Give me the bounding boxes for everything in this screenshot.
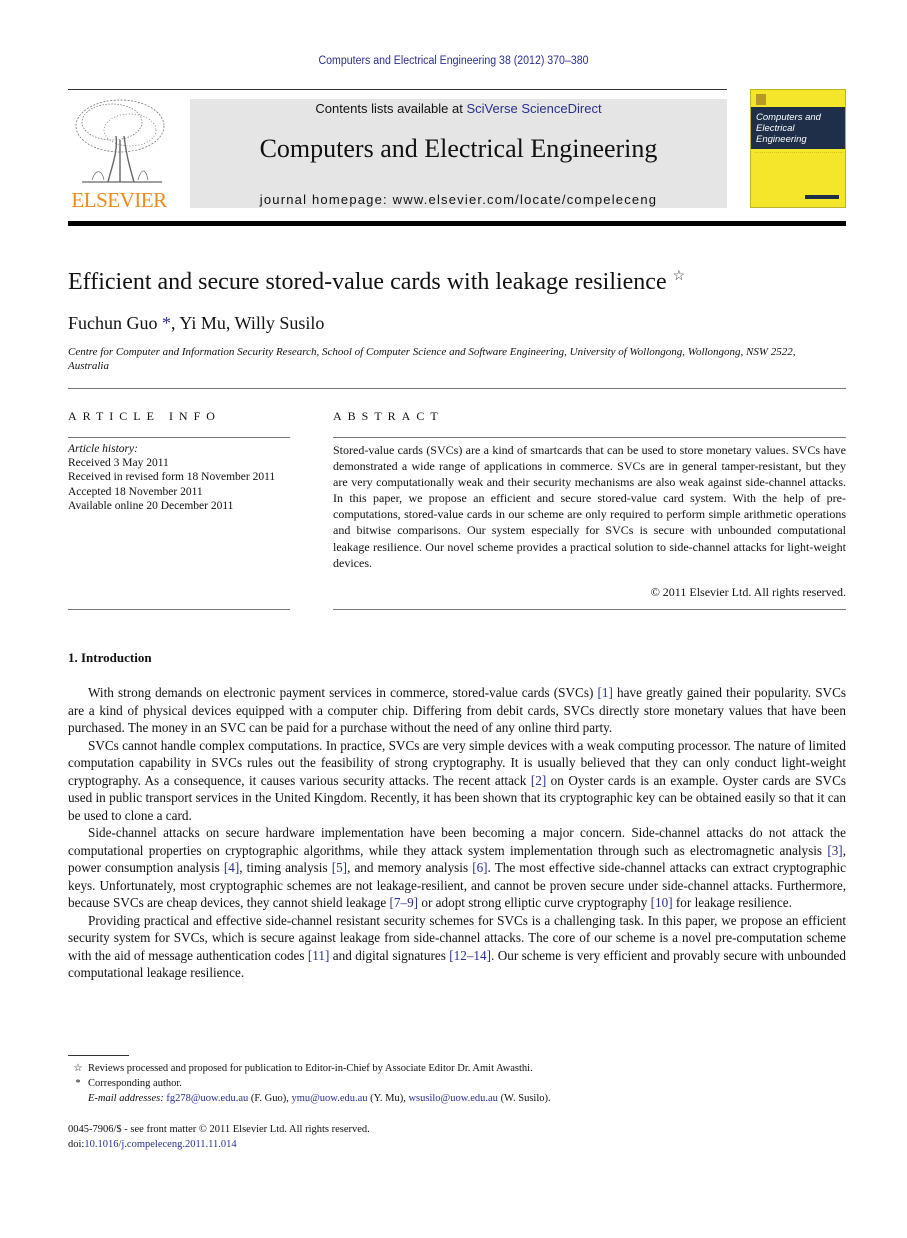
citation-link[interactable]: [11] (308, 948, 329, 963)
elsevier-wordmark: ELSEVIER (71, 188, 167, 212)
journal-cover-image[interactable]: Computers and Electrical Engineering (750, 89, 846, 208)
history-item: Received in revised form 18 November 201… (68, 471, 276, 484)
citation-link[interactable]: [5] (332, 860, 347, 875)
elsevier-logo[interactable]: ELSEVIER (68, 96, 170, 212)
doi-line: doi:10.1016/j.compeleceng.2011.11.014 (68, 1139, 237, 1150)
journal-title: Computers and Electrical Engineering (259, 134, 658, 163)
contents-prefix: Contents lists available at (315, 101, 467, 116)
author-separator: , (225, 313, 235, 333)
citation-link[interactable]: [1] (598, 685, 613, 700)
history-item: Accepted 18 November 2011 (68, 485, 203, 498)
author-name[interactable]: Yi Mu (179, 313, 226, 333)
corresponding-author-mark[interactable]: * (158, 313, 171, 333)
journal-reference-link[interactable]: Computers and Electrical Engineering 38 … (36, 55, 870, 67)
citation-link[interactable]: [3] (827, 843, 842, 858)
article-history-label: Article history: (68, 443, 138, 455)
divider (333, 437, 846, 438)
footnote-review: ☆ Reviews processed and proposed for publ… (68, 1061, 551, 1076)
doi-link[interactable]: 10.1016/j.compeleceng.2011.11.014 (84, 1139, 236, 1150)
front-matter: 0045-7906/$ - see front matter © 2011 El… (68, 1122, 370, 1152)
paragraph: With strong demands on electronic paymen… (68, 685, 847, 735)
citation-link[interactable]: [12–14] (449, 948, 491, 963)
star-icon: ☆ (73, 1063, 83, 1074)
cover-circuit-pattern (755, 152, 843, 193)
divider (68, 437, 290, 438)
cover-publisher-icon (756, 94, 766, 105)
history-item: Available online 20 December 2011 (68, 499, 234, 512)
citation-link[interactable]: [2] (531, 773, 546, 788)
abstract-text: Stored-value cards (SVCs) are a kind of … (333, 443, 846, 570)
paragraph: Providing practical and effective side-c… (68, 912, 846, 981)
paragraph: SVCs cannot handle complex computations.… (68, 737, 847, 823)
journal-homepage: journal homepage: www.elsevier.com/locat… (190, 192, 727, 207)
article-history: Article history: Received 3 May 2011 Rec… (68, 442, 275, 513)
homepage-label: journal homepage: (259, 192, 393, 207)
citation-link[interactable]: [7–9] (390, 895, 419, 910)
cover-footer-mark (805, 195, 839, 199)
author-list: Fuchun Guo *, Yi Mu, Willy Susilo (68, 313, 324, 334)
contents-line: Contents lists available at SciVerse Sci… (190, 101, 727, 116)
cover-title: Computers and Electrical Engineering (756, 112, 821, 145)
email-link[interactable]: wsusilo@uow.edu.au (408, 1093, 497, 1104)
author-name[interactable]: Willy Susilo (235, 313, 325, 333)
sciencedirect-link[interactable]: SciVerse ScienceDirect (466, 101, 601, 116)
journal-banner: Contents lists available at SciVerse Sci… (190, 99, 727, 208)
author-name[interactable]: Fuchun Guo (68, 313, 158, 333)
footnote-emails: E-mail addresses: fg278@uow.edu.au (F. G… (88, 1093, 551, 1104)
divider (333, 609, 846, 610)
abstract-copyright: © 2011 Elsevier Ltd. All rights reserved… (650, 585, 846, 599)
history-item: Received 3 May 2011 (68, 457, 169, 470)
footnote-rule (68, 1055, 129, 1056)
introduction-body: With strong demands on electronic paymen… (68, 684, 846, 982)
footnote-corresponding: * Corresponding author. (68, 1076, 551, 1091)
email-link[interactable]: fg278@uow.edu.au (166, 1093, 248, 1104)
divider (68, 388, 846, 389)
author-affiliation: Centre for Computer and Information Secu… (68, 346, 796, 372)
paragraph: Side-channel attacks on secure hardware … (68, 825, 846, 910)
asterisk-icon: * (75, 1078, 81, 1089)
abstract-heading: ABSTRACT (333, 409, 444, 423)
footnotes: ☆ Reviews processed and proposed for publ… (68, 1061, 551, 1106)
divider (68, 609, 290, 610)
elsevier-tree-icon (75, 99, 165, 183)
title-footnote-star-icon[interactable]: ☆ (673, 269, 686, 284)
article-info-heading: ARTICLE INFO (68, 409, 221, 423)
homepage-url-link[interactable]: www.elsevier.com/locate/compeleceng (393, 192, 658, 207)
header-thick-rule (68, 221, 846, 226)
citation-link[interactable]: [6] (472, 860, 487, 875)
citation-link[interactable]: [10] (651, 895, 673, 910)
email-link[interactable]: ymu@uow.edu.au (291, 1093, 367, 1104)
header-rule (68, 89, 727, 90)
citation-link[interactable]: [4] (224, 860, 239, 875)
article-title: Efficient and secure stored-value cards … (68, 269, 686, 295)
issn-line: 0045-7906/$ - see front matter © 2011 El… (68, 1124, 370, 1135)
section-heading-introduction: 1. Introduction (68, 650, 152, 665)
